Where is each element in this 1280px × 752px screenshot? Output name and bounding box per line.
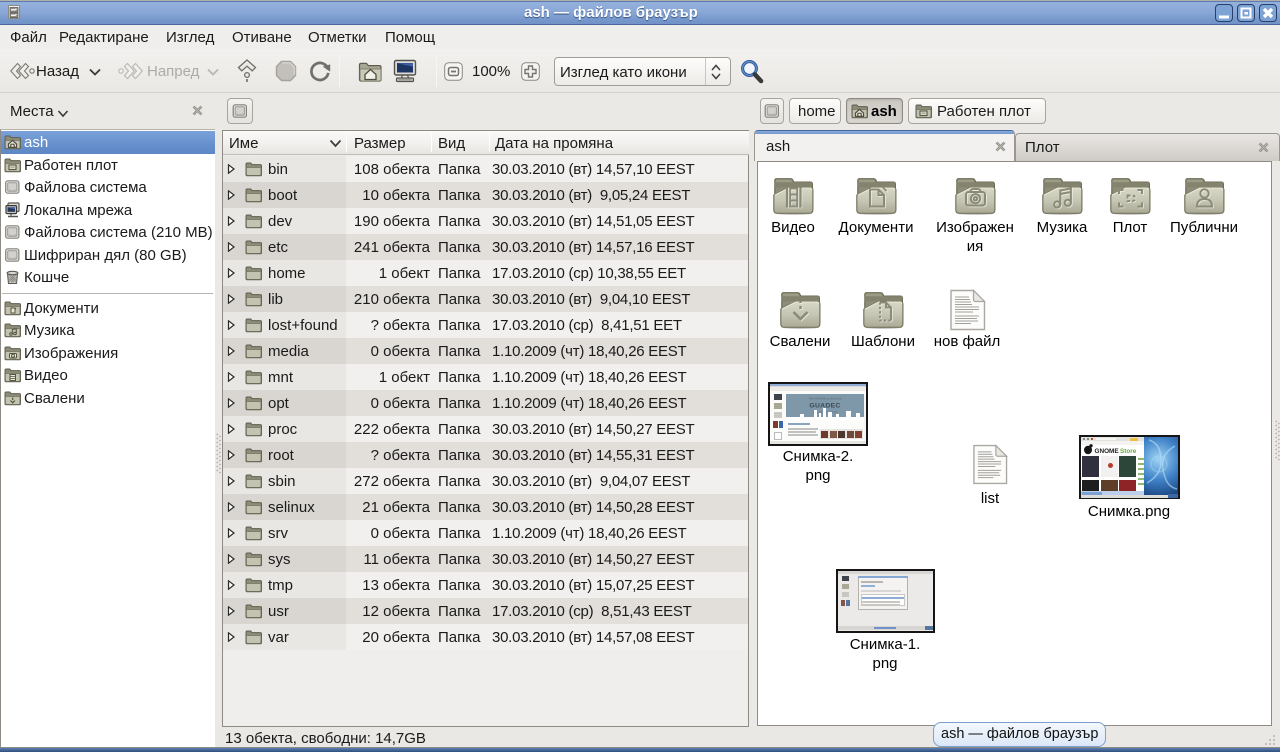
svg-text:GNOME: GNOME <box>1095 448 1120 455</box>
svg-text:The GNOME conference: The GNOME conference <box>808 397 841 401</box>
svg-text:Store: Store <box>1120 448 1137 455</box>
